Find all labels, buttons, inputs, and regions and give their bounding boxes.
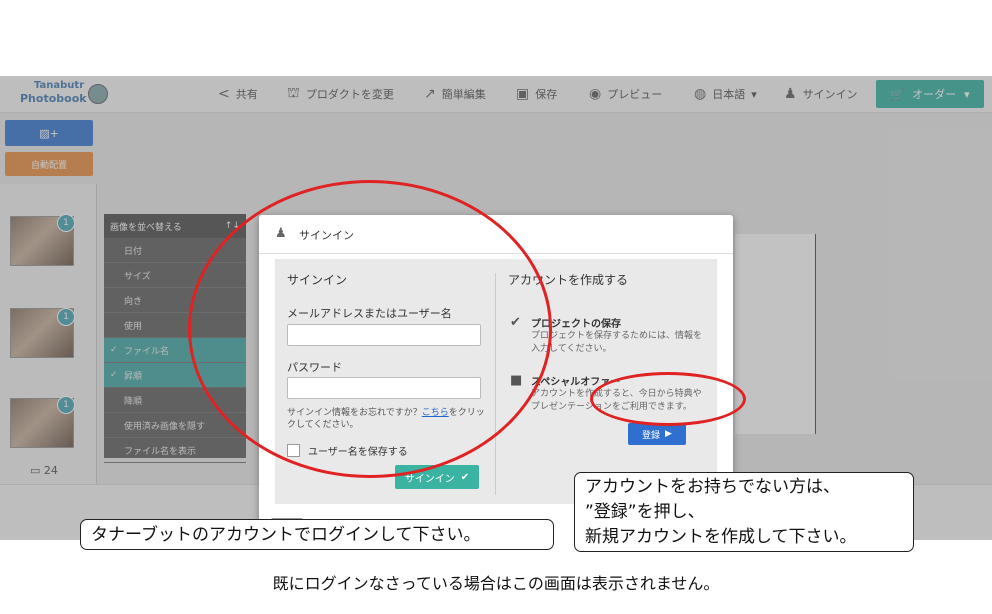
- callout-line: 新規アカウントを作成して下さい。: [585, 527, 857, 547]
- callout-line: アカウントをお持ちでない方は、: [585, 477, 840, 497]
- feature-text: プロジェクトを保存するためには、情報を入力してください。: [531, 331, 703, 354]
- annotation-callout-login: タナーブットのアカウントでログインして下さい。: [80, 519, 554, 550]
- footer-note: 既にログインなさっている場合はこの画面は表示されません。: [272, 574, 720, 593]
- register-button[interactable]: 登録 ▶: [628, 423, 686, 445]
- annotation-circle-signin: [188, 180, 552, 478]
- check-icon: ✔: [460, 471, 470, 483]
- callout-text: タナーブットのアカウントでログインして下さい。: [91, 525, 481, 545]
- register-label: 登録: [642, 430, 661, 441]
- callout-line: ”登録”を押し、: [585, 502, 705, 522]
- play-icon: ▶: [665, 429, 672, 439]
- annotation-circle-register: [590, 372, 746, 426]
- annotation-callout-register: アカウントをお持ちでない方は、 ”登録”を押し、 新規アカウントを作成して下さい…: [574, 472, 914, 552]
